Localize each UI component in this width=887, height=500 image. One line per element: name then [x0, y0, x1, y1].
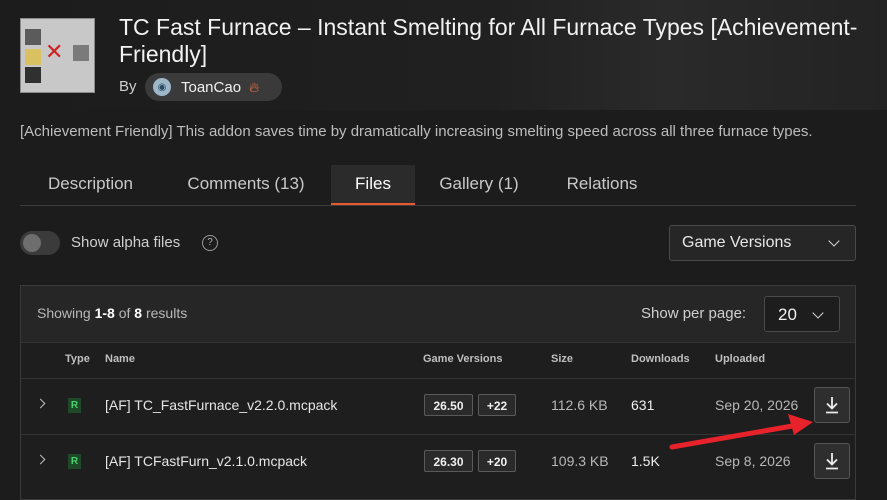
extra-versions-badge[interactable]: +20: [478, 450, 516, 472]
tab-comments[interactable]: Comments (13): [166, 165, 326, 205]
game-version-badge: 26.30: [424, 450, 473, 472]
game-versions-dropdown[interactable]: Game Versions: [669, 225, 856, 261]
results-of: of: [118, 305, 131, 321]
results-count: Showing 1-8 of 8 results: [37, 305, 187, 321]
column-downloads[interactable]: Downloads: [631, 353, 690, 365]
flame-icon: 🔥︎: [249, 78, 260, 95]
chevron-right-icon[interactable]: [35, 454, 46, 465]
download-count: 631: [631, 397, 655, 413]
game-version-badge: 26.50: [424, 394, 473, 416]
file-size: 109.3 KB: [551, 453, 609, 469]
download-icon: [826, 397, 838, 414]
by-label: By: [119, 78, 137, 95]
furnace-icon: [25, 29, 41, 45]
alpha-files-label: Show alpha files: [71, 234, 181, 251]
column-game-versions[interactable]: Game Versions: [423, 353, 503, 365]
per-page-label: Show per page:: [641, 305, 747, 322]
file-name-link[interactable]: [AF] TC_FastFurnace_v2.2.0.mcpack: [105, 397, 337, 413]
column-name[interactable]: Name: [105, 353, 135, 365]
column-size[interactable]: Size: [551, 353, 573, 365]
release-badge: R: [68, 398, 81, 413]
gold-icon: [25, 49, 41, 65]
file-name-link[interactable]: [AF] TCFastFurn_v2.1.0.mcpack: [105, 453, 307, 469]
project-thumbnail: ✕: [20, 18, 95, 93]
upload-date: Sep 8, 2026: [715, 453, 791, 469]
release-badge: R: [68, 454, 81, 469]
results-total: 8: [134, 305, 143, 321]
game-versions-label: Game Versions: [682, 234, 792, 251]
author-link[interactable]: ◉ ToanCao 🔥︎: [145, 73, 282, 101]
results-prefix: Showing: [37, 305, 91, 321]
tab-description[interactable]: Description: [20, 165, 161, 205]
avatar: ◉: [153, 78, 171, 96]
files-panel: Showing 1-8 of 8 results Show per page: …: [20, 285, 856, 500]
author-name: ToanCao: [181, 78, 242, 96]
tab-gallery[interactable]: Gallery (1): [422, 165, 536, 205]
toggle-knob: [23, 234, 41, 252]
per-page-value: 20: [778, 305, 797, 324]
alpha-files-toggle[interactable]: [20, 231, 60, 255]
column-type[interactable]: Type: [65, 353, 90, 365]
extra-versions-badge[interactable]: +22: [478, 394, 516, 416]
help-circle-icon[interactable]: ?: [202, 235, 218, 251]
file-size: 112.6 KB: [551, 397, 608, 413]
download-count: 1.5K: [631, 453, 660, 469]
chevron-down-icon: [828, 235, 840, 247]
project-summary: [Achievement Friendly] This addon saves …: [20, 123, 813, 140]
results-header: Showing 1-8 of 8 results Show per page: …: [21, 286, 855, 343]
furnace-icon: [73, 45, 89, 61]
per-page-select[interactable]: 20: [764, 296, 840, 332]
tab-bar: Description Comments (13) Files Gallery …: [20, 165, 856, 206]
results-range: 1-8: [94, 305, 115, 321]
download-icon: [826, 453, 838, 470]
project-title: TC Fast Furnace – Instant Smelting for A…: [119, 14, 858, 67]
annotation-arrow: [669, 414, 813, 450]
tab-files[interactable]: Files: [331, 165, 415, 205]
chevron-right-icon[interactable]: [35, 398, 46, 409]
cross-icon: ✕: [45, 39, 64, 64]
chevron-down-icon: [812, 307, 824, 319]
tab-relations[interactable]: Relations: [544, 165, 660, 205]
column-uploaded[interactable]: Uploaded: [715, 353, 765, 365]
results-suffix: results: [145, 305, 188, 321]
coal-icon: [25, 67, 41, 83]
